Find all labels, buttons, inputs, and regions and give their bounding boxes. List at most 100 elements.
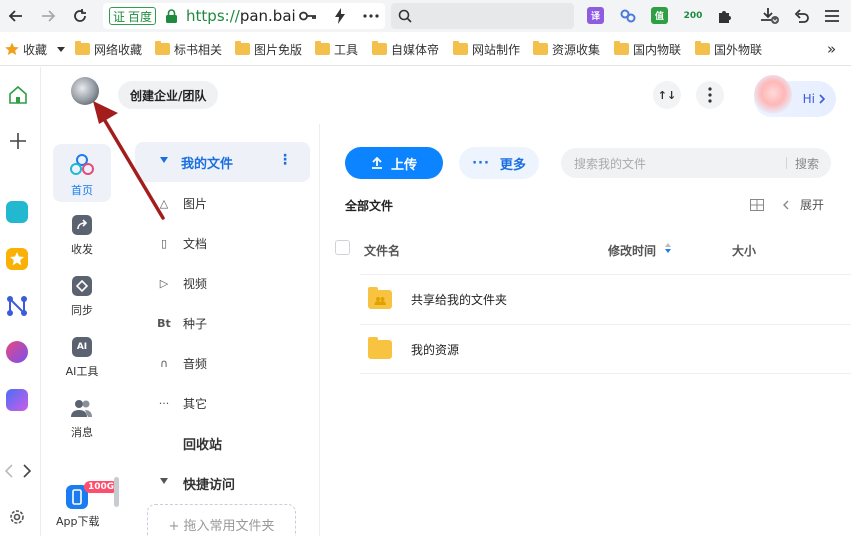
ai-app-icon[interactable]: [6, 389, 28, 411]
tree-item-recycle-bin[interactable]: 回收站: [183, 434, 222, 453]
column-header-size[interactable]: 大小: [732, 242, 756, 259]
undo-icon[interactable]: [792, 6, 812, 26]
file-search-input[interactable]: 搜索我的文件 搜索: [561, 148, 831, 178]
bookmark-folder[interactable]: 网络收藏: [75, 41, 142, 57]
more-button[interactable]: ··· 更多: [459, 147, 539, 179]
link-extension-icon[interactable]: [619, 7, 636, 24]
tree-item-images[interactable]: △ 图片: [160, 193, 207, 213]
url-host: pan.bai: [239, 7, 296, 25]
tree-item-label: 视频: [183, 276, 208, 291]
create-team-button[interactable]: 创建企业/团队: [118, 81, 219, 109]
folder-icon: [372, 41, 387, 55]
more-dots-icon[interactable]: [361, 6, 381, 26]
bookmark-folder[interactable]: 国外物联: [695, 41, 762, 57]
nav-home-label: 首页: [71, 184, 93, 197]
more-horizontal-icon: ···: [158, 396, 170, 410]
column-header-name[interactable]: 文件名: [364, 242, 400, 259]
tree-item-torrents[interactable]: Bt 种子: [157, 313, 208, 333]
extensions-puzzle-icon[interactable]: [715, 6, 735, 26]
ai-assistant-icon[interactable]: [6, 341, 28, 363]
bookmark-folder[interactable]: 图片免版: [235, 41, 302, 57]
app-launcher-icon[interactable]: [6, 201, 28, 223]
breadcrumb[interactable]: 全部文件: [345, 197, 393, 214]
more-horizontal-icon: ···: [472, 155, 490, 171]
tree-item-videos[interactable]: ▷ 视频: [160, 273, 208, 293]
table-row[interactable]: 共享给我的文件夹: [360, 274, 851, 324]
bookmark-label: 国外物联: [714, 42, 763, 57]
chevron-left-icon[interactable]: [782, 200, 790, 210]
bookmark-label: 标书相关: [174, 42, 223, 57]
file-list-panel: 上传 ··· 更多 搜索我的文件 搜索 全部文件 展开 文件名 修改时间 大小 …: [320, 124, 851, 536]
bookmark-folder[interactable]: 工具: [315, 41, 358, 57]
home-icon[interactable]: [8, 85, 28, 108]
more-vertical-icon[interactable]: ⋮: [278, 152, 292, 168]
nav-messages[interactable]: 消息: [53, 388, 111, 446]
reload-icon[interactable]: [68, 4, 92, 28]
tree-item-label: 种子: [183, 316, 208, 331]
transfer-list-icon[interactable]: ↑↓: [653, 81, 681, 109]
chevron-right-icon: [819, 94, 826, 104]
bookmark-folder[interactable]: 资源收集: [533, 41, 600, 57]
folder-icon: [315, 41, 330, 55]
forward-icon[interactable]: [36, 4, 60, 28]
app-nav-sidebar: 首页 收发 同步 AI AI工具 消息 100G App下载: [41, 67, 121, 536]
drop-zone[interactable]: + 拖入常用文件夹: [147, 504, 296, 536]
counter-extension-icon[interactable]: 200: [682, 7, 704, 24]
tree-item-docs[interactable]: ▯ 文档: [161, 233, 207, 253]
grid-view-icon[interactable]: [750, 198, 764, 211]
nav-sync[interactable]: 同步: [53, 266, 111, 324]
star-app-icon[interactable]: [6, 248, 28, 270]
more-label: 更多: [499, 157, 526, 173]
translate-extension-icon[interactable]: 译: [587, 7, 604, 24]
tree-item-audio[interactable]: ∩ 音频: [160, 353, 207, 373]
bookmark-favorites[interactable]: 收藏: [5, 41, 66, 57]
lightning-icon[interactable]: [330, 6, 350, 26]
settings-gear-icon[interactable]: [8, 508, 26, 529]
nav-transfer[interactable]: 收发: [53, 205, 111, 263]
file-name[interactable]: 共享给我的文件夹: [411, 291, 507, 308]
folder-icon: [155, 41, 170, 55]
avatar[interactable]: [71, 77, 99, 105]
browser-search-box[interactable]: [391, 3, 574, 29]
select-all-checkbox[interactable]: [335, 240, 350, 255]
prev-arrow-icon[interactable]: [4, 464, 14, 481]
hamburger-menu-icon[interactable]: [822, 6, 842, 26]
sort-icon[interactable]: [665, 243, 671, 253]
search-divider: [786, 157, 787, 169]
nav-ai-tools[interactable]: AI AI工具: [53, 327, 111, 385]
tree-item-my-files[interactable]: 我的文件 ⋮: [135, 142, 310, 182]
add-icon[interactable]: [9, 132, 27, 153]
key-icon[interactable]: [298, 6, 318, 26]
nav-home[interactable]: 首页: [53, 144, 111, 202]
star-icon: [5, 42, 19, 55]
ai-assistant-hi-button[interactable]: Hi: [754, 75, 836, 117]
upload-button[interactable]: 上传: [345, 147, 443, 179]
app-download-label[interactable]: App下载: [56, 513, 100, 529]
play-icon: ▷: [159, 276, 169, 290]
back-icon[interactable]: [4, 4, 28, 28]
sidebar-scrollbar[interactable]: [114, 477, 119, 507]
network-app-icon[interactable]: [6, 295, 28, 320]
caret-down-icon[interactable]: [160, 478, 168, 484]
file-name[interactable]: 我的资源: [411, 341, 459, 358]
bookmark-folder[interactable]: 国内物联: [614, 41, 681, 57]
more-vertical-icon[interactable]: [696, 81, 724, 109]
bookmark-label: 工具: [334, 42, 359, 57]
tree-item-other[interactable]: ··· 其它: [159, 393, 207, 413]
lock-icon: [166, 9, 178, 23]
folder-icon: [75, 41, 90, 55]
bookmark-folder[interactable]: 网站制作: [453, 41, 520, 57]
table-row[interactable]: 我的资源: [360, 324, 851, 374]
price-extension-icon[interactable]: 值: [651, 7, 668, 24]
bookmark-label: 网络收藏: [94, 42, 143, 57]
bookmark-folder[interactable]: 自媒体帝: [372, 41, 439, 57]
tree-item-quick-access[interactable]: 快捷访问: [183, 474, 235, 493]
site-cert-badge[interactable]: 证 百度: [109, 7, 157, 25]
next-arrow-icon[interactable]: [22, 464, 32, 481]
column-header-modified[interactable]: 修改时间: [608, 242, 656, 259]
bookmark-folder[interactable]: 标书相关: [155, 41, 222, 57]
expand-button[interactable]: 展开: [800, 196, 824, 213]
bookmarks-overflow-button[interactable]: »: [827, 40, 836, 58]
search-button[interactable]: 搜索: [795, 155, 819, 172]
download-icon[interactable]: [760, 6, 780, 26]
